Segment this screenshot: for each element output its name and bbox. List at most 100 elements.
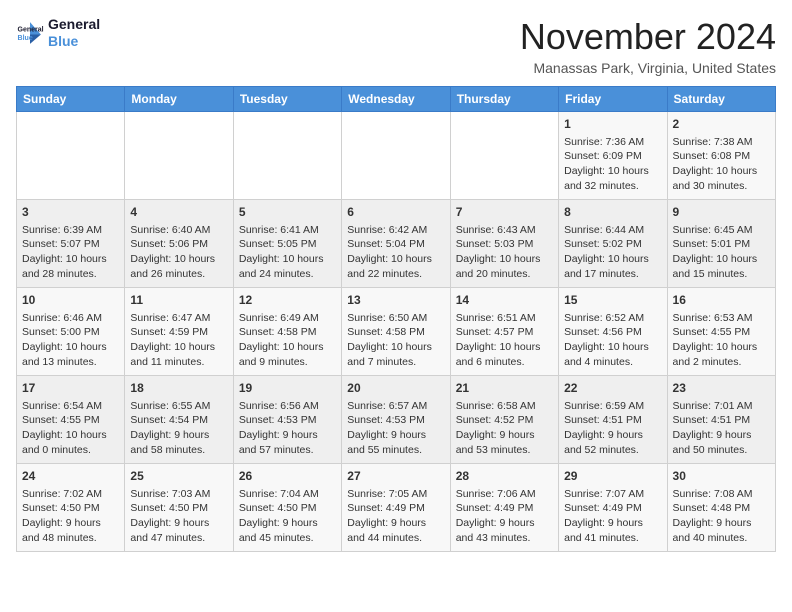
calendar-week-row: 17Sunrise: 6:54 AMSunset: 4:55 PMDayligh… bbox=[17, 376, 776, 464]
day-info: Daylight: 9 hours and 53 minutes. bbox=[456, 428, 553, 457]
day-number: 2 bbox=[673, 116, 770, 133]
calendar-cell: 2Sunrise: 7:38 AMSunset: 6:08 PMDaylight… bbox=[667, 112, 775, 200]
day-info: Sunset: 4:58 PM bbox=[347, 325, 444, 340]
day-info: Sunset: 4:50 PM bbox=[239, 501, 336, 516]
calendar-cell: 7Sunrise: 6:43 AMSunset: 5:03 PMDaylight… bbox=[450, 200, 558, 288]
calendar-cell: 14Sunrise: 6:51 AMSunset: 4:57 PMDayligh… bbox=[450, 288, 558, 376]
day-info: Daylight: 10 hours and 4 minutes. bbox=[564, 340, 661, 369]
day-info: Sunset: 4:52 PM bbox=[456, 413, 553, 428]
day-info: Sunset: 4:56 PM bbox=[564, 325, 661, 340]
day-number: 24 bbox=[22, 468, 119, 485]
logo-text-line2: Blue bbox=[48, 33, 100, 50]
day-info: Daylight: 10 hours and 20 minutes. bbox=[456, 252, 553, 281]
calendar-body: 1Sunrise: 7:36 AMSunset: 6:09 PMDaylight… bbox=[17, 112, 776, 552]
calendar-cell bbox=[450, 112, 558, 200]
day-info: Sunrise: 6:59 AM bbox=[564, 399, 661, 414]
calendar-cell: 20Sunrise: 6:57 AMSunset: 4:53 PMDayligh… bbox=[342, 376, 450, 464]
calendar-cell: 18Sunrise: 6:55 AMSunset: 4:54 PMDayligh… bbox=[125, 376, 233, 464]
day-info: Sunrise: 7:05 AM bbox=[347, 487, 444, 502]
day-info: Daylight: 10 hours and 15 minutes. bbox=[673, 252, 770, 281]
day-info: Sunrise: 6:42 AM bbox=[347, 223, 444, 238]
calendar-table: SundayMondayTuesdayWednesdayThursdayFrid… bbox=[16, 86, 776, 552]
day-info: Sunset: 5:00 PM bbox=[22, 325, 119, 340]
day-info: Sunrise: 7:03 AM bbox=[130, 487, 227, 502]
calendar-cell: 30Sunrise: 7:08 AMSunset: 4:48 PMDayligh… bbox=[667, 464, 775, 552]
calendar-week-row: 1Sunrise: 7:36 AMSunset: 6:09 PMDaylight… bbox=[17, 112, 776, 200]
calendar-cell: 9Sunrise: 6:45 AMSunset: 5:01 PMDaylight… bbox=[667, 200, 775, 288]
day-info: Sunset: 4:54 PM bbox=[130, 413, 227, 428]
page-header: General Blue General Blue November 2024 … bbox=[16, 16, 776, 76]
day-info: Sunset: 4:57 PM bbox=[456, 325, 553, 340]
day-number: 10 bbox=[22, 292, 119, 309]
day-info: Daylight: 9 hours and 47 minutes. bbox=[130, 516, 227, 545]
calendar-cell: 21Sunrise: 6:58 AMSunset: 4:52 PMDayligh… bbox=[450, 376, 558, 464]
day-info: Sunrise: 6:58 AM bbox=[456, 399, 553, 414]
calendar-cell: 15Sunrise: 6:52 AMSunset: 4:56 PMDayligh… bbox=[559, 288, 667, 376]
day-info: Sunset: 5:05 PM bbox=[239, 237, 336, 252]
day-number: 7 bbox=[456, 204, 553, 221]
month-title: November 2024 bbox=[520, 16, 776, 58]
day-info: Sunrise: 6:54 AM bbox=[22, 399, 119, 414]
day-info: Daylight: 9 hours and 43 minutes. bbox=[456, 516, 553, 545]
day-info: Daylight: 9 hours and 55 minutes. bbox=[347, 428, 444, 457]
calendar-cell bbox=[17, 112, 125, 200]
day-info: Sunrise: 6:53 AM bbox=[673, 311, 770, 326]
day-info: Daylight: 9 hours and 44 minutes. bbox=[347, 516, 444, 545]
day-number: 3 bbox=[22, 204, 119, 221]
weekday-header-tuesday: Tuesday bbox=[233, 87, 341, 112]
day-info: Sunset: 4:59 PM bbox=[130, 325, 227, 340]
day-number: 19 bbox=[239, 380, 336, 397]
weekday-header-monday: Monday bbox=[125, 87, 233, 112]
day-number: 30 bbox=[673, 468, 770, 485]
day-number: 22 bbox=[564, 380, 661, 397]
calendar-cell: 26Sunrise: 7:04 AMSunset: 4:50 PMDayligh… bbox=[233, 464, 341, 552]
day-info: Sunset: 4:49 PM bbox=[564, 501, 661, 516]
weekday-header-row: SundayMondayTuesdayWednesdayThursdayFrid… bbox=[17, 87, 776, 112]
calendar-cell bbox=[233, 112, 341, 200]
day-info: Sunset: 4:51 PM bbox=[564, 413, 661, 428]
calendar-header: SundayMondayTuesdayWednesdayThursdayFrid… bbox=[17, 87, 776, 112]
calendar-week-row: 10 Sunrise: 6:46 AMSunset: 5:00 PM Dayligh… bbox=[17, 288, 776, 376]
day-info: Sunset: 6:08 PM bbox=[673, 149, 770, 164]
calendar-cell: 3Sunrise: 6:39 AMSunset: 5:07 PMDaylight… bbox=[17, 200, 125, 288]
calendar-cell: 27Sunrise: 7:05 AMSunset: 4:49 PMDayligh… bbox=[342, 464, 450, 552]
day-info: Daylight: 9 hours and 58 minutes. bbox=[130, 428, 227, 457]
day-info: Sunrise: 6:56 AM bbox=[239, 399, 336, 414]
day-number: 26 bbox=[239, 468, 336, 485]
day-info: Sunset: 4:53 PM bbox=[239, 413, 336, 428]
svg-text:General: General bbox=[18, 26, 44, 33]
day-info: Sunrise: 6:47 AM bbox=[130, 311, 227, 326]
day-info: Daylight: 9 hours and 45 minutes. bbox=[239, 516, 336, 545]
weekday-header-sunday: Sunday bbox=[17, 87, 125, 112]
day-info: Sunset: 4:50 PM bbox=[22, 501, 119, 516]
day-info: Sunrise: 6:45 AM bbox=[673, 223, 770, 238]
day-info: Sunrise: 6:46 AM bbox=[22, 311, 119, 326]
day-info: Sunset: 4:51 PM bbox=[673, 413, 770, 428]
calendar-week-row: 24Sunrise: 7:02 AMSunset: 4:50 PMDayligh… bbox=[17, 464, 776, 552]
day-info: Daylight: 10 hours and 2 minutes. bbox=[673, 340, 770, 369]
day-info: Daylight: 9 hours and 48 minutes. bbox=[22, 516, 119, 545]
weekday-header-friday: Friday bbox=[559, 87, 667, 112]
day-info: Daylight: 10 hours and 32 minutes. bbox=[564, 164, 661, 193]
day-info: Sunset: 5:02 PM bbox=[564, 237, 661, 252]
day-info: Sunrise: 7:01 AM bbox=[673, 399, 770, 414]
day-info: Sunset: 4:48 PM bbox=[673, 501, 770, 516]
day-number: 12 bbox=[239, 292, 336, 309]
day-number: 13 bbox=[347, 292, 444, 309]
day-info: Sunrise: 6:50 AM bbox=[347, 311, 444, 326]
day-info: Daylight: 10 hours and 9 minutes. bbox=[239, 340, 336, 369]
day-info: Sunset: 4:49 PM bbox=[347, 501, 444, 516]
day-info: Sunrise: 6:44 AM bbox=[564, 223, 661, 238]
day-info: Daylight: 10 hours and 24 minutes. bbox=[239, 252, 336, 281]
day-info: Sunset: 5:04 PM bbox=[347, 237, 444, 252]
day-info: Sunrise: 6:43 AM bbox=[456, 223, 553, 238]
day-info: Sunset: 4:49 PM bbox=[456, 501, 553, 516]
weekday-header-saturday: Saturday bbox=[667, 87, 775, 112]
day-info: Sunrise: 7:07 AM bbox=[564, 487, 661, 502]
calendar-cell: 6Sunrise: 6:42 AMSunset: 5:04 PMDaylight… bbox=[342, 200, 450, 288]
day-info: Daylight: 10 hours and 7 minutes. bbox=[347, 340, 444, 369]
day-info: Daylight: 10 hours and 30 minutes. bbox=[673, 164, 770, 193]
day-info: Daylight: 10 hours and 0 minutes. bbox=[22, 428, 119, 457]
day-number: 20 bbox=[347, 380, 444, 397]
day-info: Sunrise: 6:52 AM bbox=[564, 311, 661, 326]
